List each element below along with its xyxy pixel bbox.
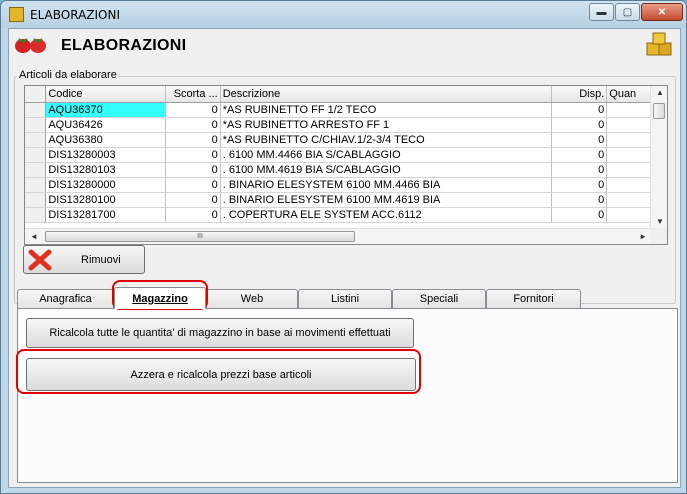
client-area: ELABORAZIONI Articoli da elaborare Codic… <box>8 28 681 488</box>
row-indicator[interactable] <box>25 192 47 208</box>
row-indicator[interactable] <box>25 117 47 133</box>
column-header-available[interactable]: Disp. <box>551 86 608 103</box>
horizontal-scroll-thumb[interactable]: III <box>45 231 355 242</box>
cell-description[interactable]: . BINARIO ELESYSTEM 6100 MM.4619 BIA <box>220 192 552 208</box>
cell-description[interactable]: . 6100 MM.4619 BIA S/CABLAGGIO <box>220 162 552 178</box>
row-indicator[interactable] <box>25 162 47 178</box>
cell-code[interactable]: DIS13280100 <box>45 192 166 208</box>
table-row[interactable]: DIS13280003 0. 6100 MM.4466 BIA S/CABLAGG… <box>25 147 667 163</box>
cell-code[interactable]: AQU36380 <box>45 132 166 148</box>
app-box-icon <box>9 7 24 22</box>
tab-anagrafica[interactable]: Anagrafica <box>17 289 114 308</box>
cubes-icon <box>646 32 672 56</box>
scroll-up-icon[interactable]: ▲ <box>656 88 664 97</box>
row-indicator-header <box>25 86 47 103</box>
cell-description[interactable]: *AS RUBINETTO C/CHIAV.1/2-3/4 TECO <box>220 132 552 148</box>
row-indicator[interactable] <box>25 207 47 223</box>
table-row[interactable]: DIS13280103 0. 6100 MM.4619 BIA S/CABLAGG… <box>25 162 667 178</box>
tab-panel-magazzino: Ricalcola tutte le quantita' di magazzin… <box>17 308 678 483</box>
reset-prices-button[interactable]: Azzera e ricalcola prezzi base articoli <box>26 358 416 391</box>
cell-stock[interactable]: 0 <box>165 132 221 148</box>
row-indicator[interactable] <box>25 177 47 193</box>
tab-speciali[interactable]: Speciali <box>392 289 486 308</box>
articles-table: Codice Scorta ... Descrizione Disp. Quan… <box>25 86 667 223</box>
cell-code[interactable]: DIS13280103 <box>45 162 166 178</box>
cell-stock[interactable]: 0 <box>165 162 221 178</box>
scroll-left-icon[interactable]: ◄ <box>30 232 38 241</box>
cell-description[interactable]: . COPERTURA ELE SYSTEM ACC.6112 <box>220 207 552 223</box>
cell-stock[interactable]: 0 <box>165 177 221 193</box>
tab-fornitori[interactable]: Fornitori <box>486 289 581 308</box>
articles-group-label: Articoli da elaborare <box>17 69 119 81</box>
form-header: ELABORAZIONI <box>9 29 680 63</box>
cell-stock[interactable]: 0 <box>165 207 221 223</box>
cell-description[interactable]: . 6100 MM.4466 BIA S/CABLAGGIO <box>220 147 552 163</box>
cell-stock[interactable]: 0 <box>165 102 221 118</box>
column-header-code[interactable]: Codice <box>45 86 166 103</box>
table-row[interactable]: DIS13280100 0. BINARIO ELESYSTEM 6100 MM.… <box>25 192 667 208</box>
window-title: ELABORAZIONI <box>30 8 120 22</box>
cell-description[interactable]: . BINARIO ELESYSTEM 6100 MM.4466 BIA <box>220 177 552 193</box>
scroll-right-icon[interactable]: ► <box>639 232 647 241</box>
cell-available[interactable]: 0 <box>551 117 608 133</box>
column-header-stock[interactable]: Scorta ... <box>165 86 221 103</box>
vertical-scrollbar[interactable]: ▲ ▼ <box>650 86 667 229</box>
table-header-row: Codice Scorta ... Descrizione Disp. Quan <box>25 86 667 103</box>
cell-available[interactable]: 0 <box>551 207 608 223</box>
cell-stock[interactable]: 0 <box>165 117 221 133</box>
column-header-description[interactable]: Descrizione <box>220 86 552 103</box>
tab-listini[interactable]: Listini <box>298 289 392 308</box>
horizontal-scrollbar[interactable]: ◄ III ► <box>25 228 652 244</box>
cell-description[interactable]: *AS RUBINETTO FF 1/2 TECO <box>220 102 552 118</box>
minimize-button[interactable]: ▬ <box>589 3 614 21</box>
row-indicator[interactable] <box>25 132 47 148</box>
cell-available[interactable]: 0 <box>551 147 608 163</box>
tab-strip: Anagrafica Magazzino Web Listini Special… <box>17 287 677 309</box>
title-bar[interactable]: ELABORAZIONI ▬ ▢ ✕ <box>1 1 686 28</box>
cell-available[interactable]: 0 <box>551 102 608 118</box>
cell-available[interactable]: 0 <box>551 177 608 193</box>
cell-code[interactable]: AQU36426 <box>45 117 166 133</box>
vertical-scroll-thumb[interactable] <box>653 103 665 119</box>
table-row[interactable]: AQU36426 0 *AS RUBINETTO ARRESTO FF 10 <box>25 117 667 133</box>
table-row[interactable]: AQU36370 0 *AS RUBINETTO FF 1/2 TECO 0 <box>25 102 667 118</box>
close-button[interactable]: ✕ <box>641 3 683 21</box>
remove-button-label: Rimuovi <box>81 253 121 266</box>
strawberries-icon <box>15 38 46 53</box>
table-row[interactable]: DIS13280000 0. BINARIO ELESYSTEM 6100 MM.… <box>25 177 667 193</box>
remove-button[interactable]: Rimuovi <box>23 245 145 274</box>
cell-code[interactable]: DIS13281700 <box>45 207 166 223</box>
cell-stock[interactable]: 0 <box>165 192 221 208</box>
cell-code[interactable]: DIS13280000 <box>45 177 166 193</box>
tab-web[interactable]: Web <box>206 289 298 308</box>
cell-available[interactable]: 0 <box>551 162 608 178</box>
cell-code[interactable]: AQU36370 <box>45 102 166 118</box>
cell-available[interactable]: 0 <box>551 192 608 208</box>
cell-available[interactable]: 0 <box>551 132 608 148</box>
cell-code[interactable]: DIS13280003 <box>45 147 166 163</box>
cell-stock[interactable]: 0 <box>165 147 221 163</box>
maximize-button[interactable]: ▢ <box>615 3 640 21</box>
articles-grid[interactable]: Codice Scorta ... Descrizione Disp. Quan… <box>24 85 668 245</box>
scroll-down-icon[interactable]: ▼ <box>656 217 664 226</box>
tab-magazzino[interactable]: Magazzino <box>114 287 206 309</box>
table-row[interactable]: AQU36380 0 *AS RUBINETTO C/CHIAV.1/2-3/4 T… <box>25 132 667 148</box>
recalc-stock-button[interactable]: Ricalcola tutte le quantita' di magazzin… <box>26 318 414 348</box>
main-window: ELABORAZIONI ▬ ▢ ✕ ELABORAZIONI Articoli… <box>0 0 687 494</box>
scrollbar-corner <box>650 228 667 244</box>
table-row[interactable]: DIS13281700 0. COPERTURA ELE SYSTEM ACC.6… <box>25 207 667 223</box>
cell-description[interactable]: *AS RUBINETTO ARRESTO FF 1 <box>220 117 552 133</box>
row-indicator[interactable] <box>25 102 47 118</box>
red-x-icon <box>28 249 52 270</box>
page-title: ELABORAZIONI <box>61 37 187 54</box>
row-indicator[interactable] <box>25 147 47 163</box>
